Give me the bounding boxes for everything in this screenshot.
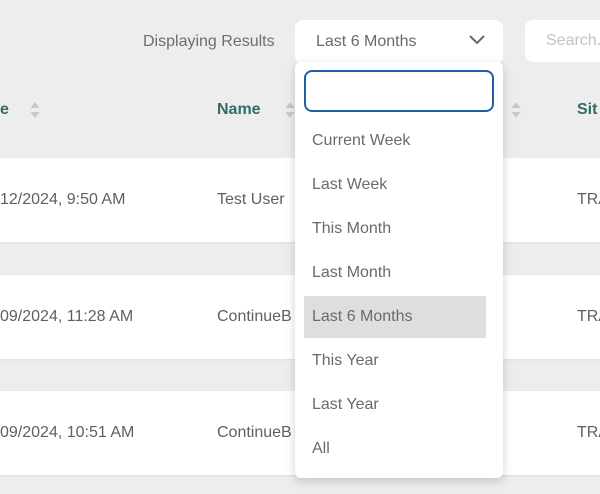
- option-all[interactable]: All: [304, 428, 486, 470]
- option-last-month[interactable]: Last Month: [304, 252, 486, 294]
- row-date: 09/2024, 11:28 AM: [0, 308, 134, 325]
- row-date: 12/2024, 9:50 AM: [0, 191, 126, 208]
- search-placeholder: Search...: [546, 32, 600, 49]
- option-last-week[interactable]: Last Week: [304, 164, 486, 206]
- sort-icon[interactable]: [30, 101, 40, 119]
- option-this-month[interactable]: This Month: [304, 208, 486, 250]
- chevron-down-icon: [469, 35, 485, 44]
- column-header-site[interactable]: Sit: [577, 101, 597, 119]
- sort-icon[interactable]: [285, 101, 295, 119]
- row-site: TRA: [577, 308, 600, 325]
- row-site: TRA: [577, 424, 600, 441]
- row-date: 09/2024, 10:51 AM: [0, 424, 135, 441]
- row-name: ContinueB: [217, 424, 292, 441]
- row-name: Test User: [217, 191, 285, 208]
- option-last-year[interactable]: Last Year: [304, 384, 486, 426]
- row-name: ContinueB: [217, 308, 292, 325]
- dropdown-search-input[interactable]: [304, 70, 494, 112]
- column-header-date[interactable]: e: [0, 101, 9, 119]
- search-input[interactable]: Search...: [525, 20, 600, 62]
- date-range-select-value: Last 6 Months: [316, 33, 417, 50]
- date-range-select[interactable]: Last 6 Months: [295, 20, 503, 64]
- date-range-dropdown: Current Week Last Week This Month Last M…: [295, 62, 503, 478]
- option-current-week[interactable]: Current Week: [304, 120, 486, 162]
- displaying-results-label: Displaying Results: [143, 33, 275, 50]
- column-header-name[interactable]: Name: [217, 101, 261, 119]
- option-this-year[interactable]: This Year: [304, 340, 486, 382]
- option-last-6-months[interactable]: Last 6 Months: [304, 296, 486, 338]
- sort-icon[interactable]: [511, 101, 521, 119]
- row-site: TRA: [577, 191, 600, 208]
